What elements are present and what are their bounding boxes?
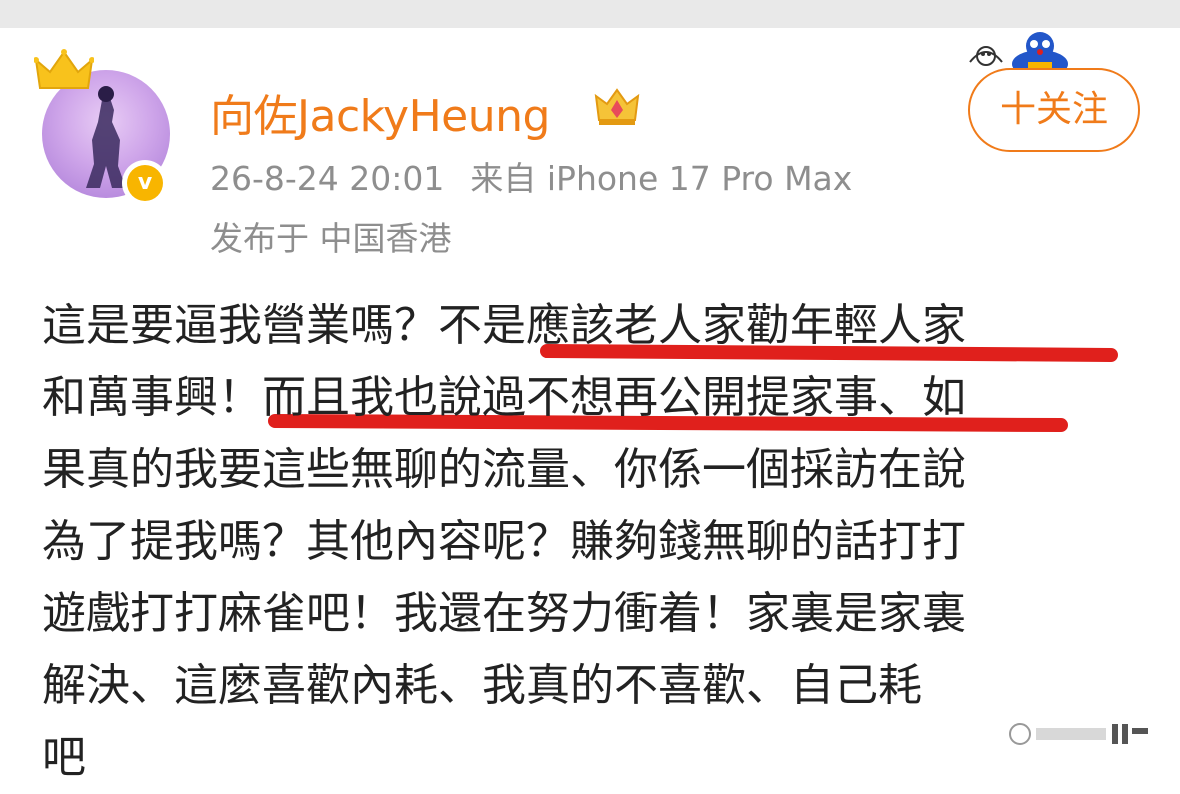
content-line: 果真的我要這些無聊的流量、你係一個採訪在說 xyxy=(42,444,966,495)
content-line: 這是要逼我營業嗎？不是應該老人家勸年輕人家 xyxy=(42,300,966,351)
post-source: 来自 iPhone 17 Pro Max xyxy=(470,159,853,198)
content-line: 為了提我嗎？其他內容呢？賺夠錢無聊的話打打 xyxy=(42,516,966,567)
crown-icon xyxy=(33,48,95,98)
content-line: 解決、這麼喜歡內耗、我真的不喜歡、自己耗 xyxy=(42,660,922,711)
content-line: 和萬事興！而且我也說過不想再公開提家事、如 xyxy=(42,372,966,423)
post-content: 這是要逼我營業嗎？不是應該老人家勸年輕人家 和萬事興！而且我也說過不想再公開提家… xyxy=(42,290,1152,794)
post-meta: 26-8-24 20:01 来自 iPhone 17 Pro Max xyxy=(210,152,852,200)
post-timestamp: 26-8-24 20:01 xyxy=(210,159,445,198)
content-line: 吧 xyxy=(42,732,86,783)
author-name[interactable]: 向佐JackyHeung xyxy=(210,80,550,144)
follow-button[interactable]: 十关注 xyxy=(968,68,1140,152)
post-location: 发布于 中国香港 xyxy=(210,219,452,258)
watermark-icon xyxy=(1008,720,1158,752)
vip-crown-badge-icon xyxy=(593,84,641,132)
content-line: 遊戲打打麻雀吧！我還在努力衝着！家裏是家裏 xyxy=(42,588,966,639)
verified-badge-icon: v xyxy=(122,160,168,206)
